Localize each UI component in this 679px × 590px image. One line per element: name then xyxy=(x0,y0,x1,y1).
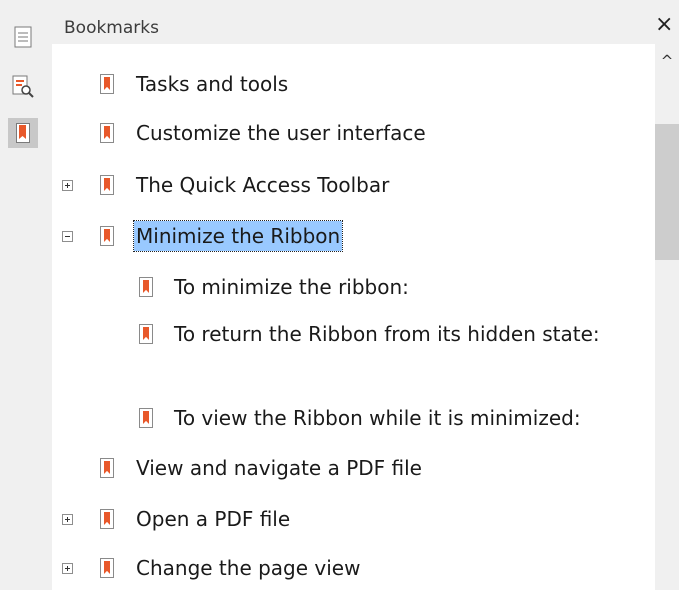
panel-title: Bookmarks xyxy=(64,18,159,38)
bookmark-icon xyxy=(100,74,114,94)
bookmark-icon xyxy=(139,324,153,344)
bookmark-icon xyxy=(139,277,153,297)
bookmark-label-selected: Minimize the Ribbon xyxy=(132,220,344,252)
panel-navigation-strip xyxy=(0,0,50,590)
bookmark-icon xyxy=(100,175,114,195)
bookmark-label: To minimize the ribbon: xyxy=(174,275,409,299)
bookmark-label: To return the Ribbon from its hidden sta… xyxy=(174,322,600,346)
bookmark-label: Customize the user interface xyxy=(136,121,426,145)
bookmark-label: Open a PDF file xyxy=(136,507,291,531)
page-thumbnails-button[interactable] xyxy=(8,22,38,52)
scrollbar-thumb[interactable] xyxy=(655,124,679,260)
close-icon[interactable]: × xyxy=(655,14,673,36)
expand-icon[interactable] xyxy=(62,563,73,574)
expand-icon[interactable] xyxy=(62,514,73,525)
bookmark-label: To view the Ribbon while it is minimized… xyxy=(174,406,581,430)
bookmark-icon xyxy=(100,123,114,143)
collapse-icon[interactable] xyxy=(62,231,73,242)
bookmark-label: View and navigate a PDF file xyxy=(136,456,422,480)
bookmark-label: The Quick Access Toolbar xyxy=(136,173,390,197)
bookmark-icon xyxy=(100,509,114,529)
bookmark-icon xyxy=(100,226,114,246)
search-document-button[interactable] xyxy=(8,72,38,102)
bookmark-icon xyxy=(139,408,153,428)
search-document-icon xyxy=(12,75,34,98)
page-thumbnails-icon xyxy=(14,26,32,48)
bookmark-label: Tasks and tools xyxy=(136,72,289,96)
bookmark-icon xyxy=(16,123,30,143)
bookmark-icon xyxy=(100,458,114,478)
scroll-up-icon[interactable]: ^ xyxy=(655,52,679,70)
expand-icon[interactable] xyxy=(62,180,73,191)
bookmarks-tree: Tasks and tools Customize the user inter… xyxy=(52,44,655,590)
bookmarks-button[interactable] xyxy=(8,118,38,148)
bookmark-label: Change the page view xyxy=(136,556,361,580)
bookmark-icon xyxy=(100,558,114,578)
vertical-scrollbar[interactable]: ^ xyxy=(655,44,679,590)
